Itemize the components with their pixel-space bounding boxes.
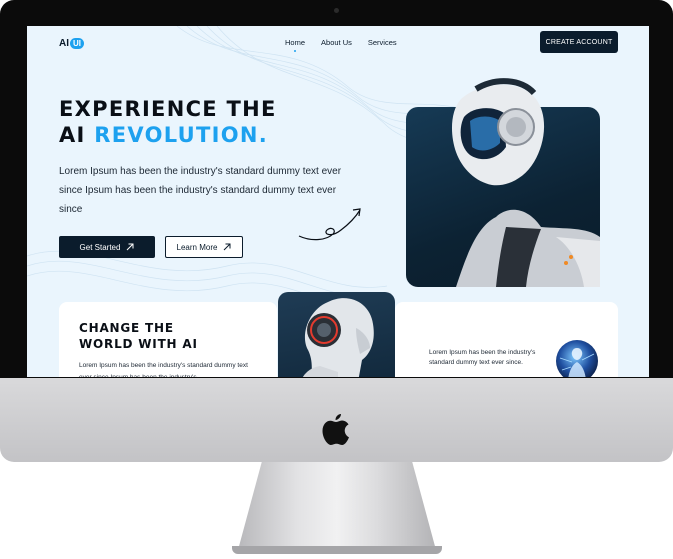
nav-links: Home About Us Services <box>285 38 397 52</box>
feature-card-text: Lorem Ipsum has been the industry's stan… <box>79 362 248 377</box>
arrow-up-right-icon <box>127 243 134 251</box>
nav-link-home-label: Home <box>285 38 306 47</box>
avatar <box>556 340 598 377</box>
hero-title-line1: EXPERIENCE THE <box>59 97 277 121</box>
nav-link-home[interactable]: Home <box>285 38 306 52</box>
nav-link-about[interactable]: About Us <box>321 38 352 47</box>
feature-card-title: CHANGE THE WORLD WITH AI <box>79 320 198 352</box>
logo-text: AI <box>59 38 69 49</box>
android-illustration <box>302 298 374 377</box>
active-indicator <box>294 50 296 52</box>
robot-illustration <box>451 78 600 287</box>
feature-card-left: CHANGE THE WORLD WITH AI Lorem Ipsum has… <box>59 302 277 377</box>
feature-title-line1: CHANGE THE <box>79 321 174 335</box>
hero-title-line2: AI REVOLUTION. <box>59 122 277 148</box>
learn-more-button[interactable]: Learn More <box>165 236 243 258</box>
get-started-label: Get Started <box>79 242 121 252</box>
create-account-button[interactable]: CREATE ACCOUNT <box>540 31 618 53</box>
brand-logo[interactable]: AI UI <box>59 38 84 49</box>
hero-title: EXPERIENCE THE AI REVOLUTION. <box>59 96 277 148</box>
hologram-figure-icon <box>559 348 595 377</box>
camera-icon <box>334 8 339 13</box>
feature-card-right: Lorem Ipsum has been the industry's stan… <box>395 302 618 377</box>
android-face-image <box>278 292 395 377</box>
monitor-stand-foot <box>232 546 442 554</box>
hero-title-accent: REVOLUTION. <box>94 123 269 147</box>
hero-title-plain: AI <box>59 123 95 147</box>
hero-robot-image <box>406 78 600 287</box>
feature-right-text: Lorem Ipsum has been the industry's stan… <box>429 349 536 366</box>
screen: AI UI Home About Us Services CREATE ACCO… <box>27 26 649 377</box>
learn-more-label: Learn More <box>176 242 218 252</box>
monitor-stand <box>238 462 436 550</box>
apple-logo-icon <box>322 414 349 445</box>
arrow-up-right-icon <box>224 243 231 251</box>
curly-arrow-icon <box>298 208 361 241</box>
logo-pill: UI <box>70 38 84 49</box>
get-started-button[interactable]: Get Started <box>59 236 155 258</box>
nav-link-services[interactable]: Services <box>368 38 397 47</box>
feature-title-line2: WORLD WITH AI <box>79 337 198 351</box>
